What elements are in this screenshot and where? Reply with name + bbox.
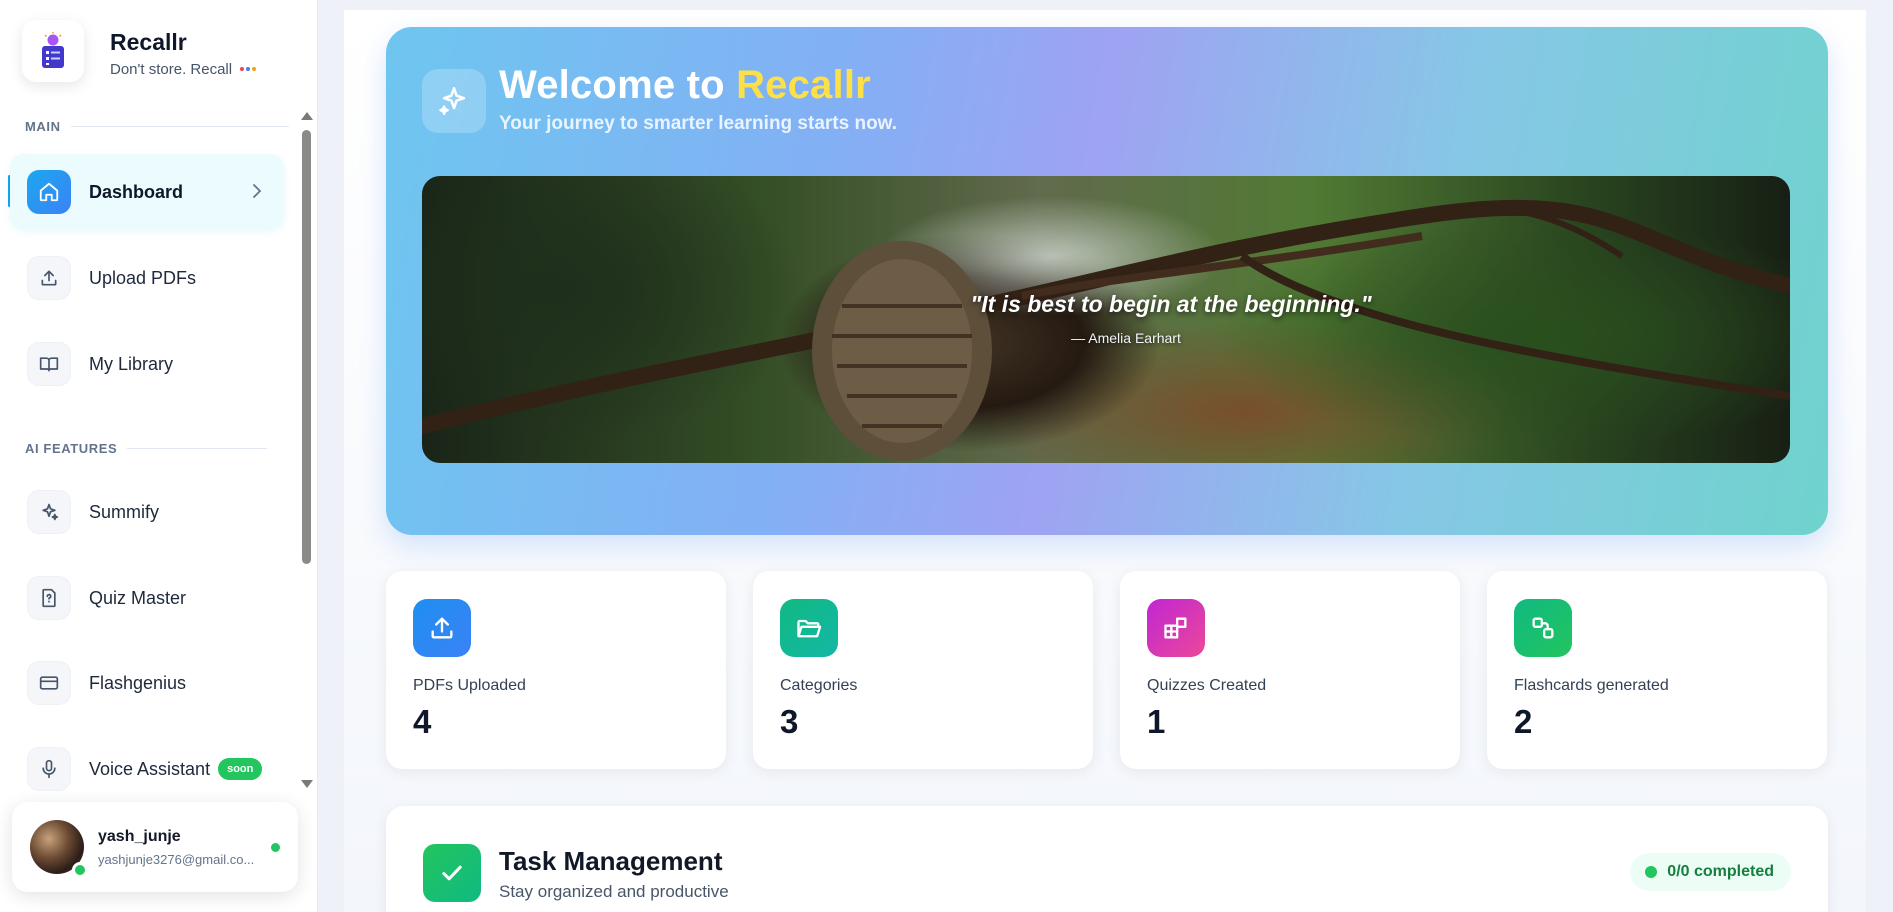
brand-logo (22, 20, 84, 82)
cards-swap-icon (1514, 599, 1572, 657)
task-subtitle: Stay organized and productive (499, 882, 729, 901)
status-dot (1645, 866, 1658, 878)
soon-badge: soon (218, 758, 263, 780)
hero-title-prefix: Welcome to (499, 63, 737, 107)
sidebar-item-label: Upload PDFs (89, 267, 197, 288)
task-completed-badge: 0/0 completed (1630, 853, 1791, 891)
stat-card-pdfs-uploaded[interactable]: PDFs Uploaded 4 (386, 571, 726, 769)
home-icon (27, 170, 71, 214)
brand[interactable]: Recallr Don't store. Recall (22, 20, 258, 82)
online-status-dot (72, 862, 88, 878)
chevron-right-icon (252, 183, 262, 204)
check-icon (423, 844, 481, 902)
user-profile-card[interactable]: yash_junje yashjunje3276@gmail.co... (12, 802, 298, 892)
upload-icon (27, 256, 71, 300)
section-label-text: MAIN (25, 119, 61, 134)
sparkles-icon (27, 490, 71, 534)
user-name: yash_junje (98, 828, 181, 845)
scroll-down-arrow-icon[interactable] (301, 780, 313, 788)
stat-value: 2 (1514, 703, 1533, 740)
sidebar-item-label: Flashgenius (89, 672, 187, 693)
sidebar-scrollbar[interactable] (300, 110, 314, 788)
stat-value: 1 (1147, 703, 1166, 740)
sidebar-item-label: My Library (89, 353, 174, 374)
brand-tagline: Don't store. Recall (110, 61, 258, 78)
task-management-card: Task Management Stay organized and produ… (386, 806, 1828, 912)
sparkles-icon (422, 69, 486, 133)
folder-open-icon (780, 599, 838, 657)
card-icon (27, 661, 71, 705)
sidebar-item-dashboard[interactable]: Dashboard (10, 154, 284, 230)
section-label-text: AI FEATURES (25, 441, 118, 456)
stat-label: PDFs Uploaded (413, 677, 526, 694)
mic-icon (27, 747, 71, 791)
book-icon (27, 342, 71, 386)
sidebar-item-flashgenius[interactable]: Flashgenius (10, 645, 284, 721)
task-completed-text: 0/0 completed (1667, 863, 1774, 880)
quote-text: "It is best to begin at the beginning." (970, 291, 1372, 317)
sidebar-item-label: Dashboard (89, 181, 184, 202)
scroll-thumb[interactable] (302, 130, 311, 564)
stat-value: 4 (413, 703, 432, 740)
stat-card-flashcards-generated[interactable]: Flashcards generated 2 (1487, 571, 1827, 769)
stat-label: Flashcards generated (1514, 677, 1669, 694)
sidebar: Recallr Don't store. Recall MAIN Dashboa… (0, 0, 318, 912)
sidebar-item-my-library[interactable]: My Library (10, 326, 284, 402)
sidebar-item-label: Voice Assistant (89, 758, 211, 779)
section-label-main: MAIN (25, 119, 289, 134)
hero-title-accent: Recallr (736, 63, 871, 107)
quote-banner-image: "It is best to begin at the beginning." … (422, 176, 1790, 463)
quote-author: — Amelia Earhart (1071, 330, 1181, 346)
quiz-icon (27, 576, 71, 620)
branch-illustration (422, 176, 1790, 463)
sidebar-item-voice-assistant[interactable]: Voice Assistant soon (10, 731, 284, 807)
brand-tagline-text: Don't store. Recall (110, 60, 233, 78)
stat-value: 3 (780, 703, 799, 740)
sidebar-item-label: Summify (89, 501, 160, 522)
brand-name: Recallr (110, 28, 187, 55)
status-indicator-dot (271, 843, 280, 852)
upload-icon (413, 599, 471, 657)
lightbulb-logo-icon (42, 32, 64, 68)
stat-label: Quizzes Created (1147, 677, 1267, 694)
user-email: yashjunje3276@gmail.co... (98, 852, 255, 867)
sidebar-item-upload-pdfs[interactable]: Upload PDFs (10, 240, 284, 316)
sidebar-item-quiz-master[interactable]: Quiz Master (10, 560, 284, 636)
sidebar-item-label: Quiz Master (89, 587, 187, 608)
stat-label: Categories (780, 677, 858, 694)
tagline-dots (240, 67, 258, 71)
sidebar-item-summify[interactable]: Summify (10, 474, 284, 550)
stat-card-quizzes-created[interactable]: Quizzes Created 1 (1120, 571, 1460, 769)
welcome-hero: Welcome to Recallr Your journey to smart… (386, 27, 1828, 535)
section-label-ai-features: AI FEATURES (25, 441, 268, 456)
stat-card-categories[interactable]: Categories 3 (753, 571, 1093, 769)
grid-plus-icon (1147, 599, 1205, 657)
scroll-up-arrow-icon[interactable] (301, 112, 313, 120)
hero-title: Welcome to Recallr (499, 63, 871, 108)
hero-subtitle: Your journey to smarter learning starts … (499, 113, 898, 134)
task-title: Task Management (499, 846, 723, 876)
